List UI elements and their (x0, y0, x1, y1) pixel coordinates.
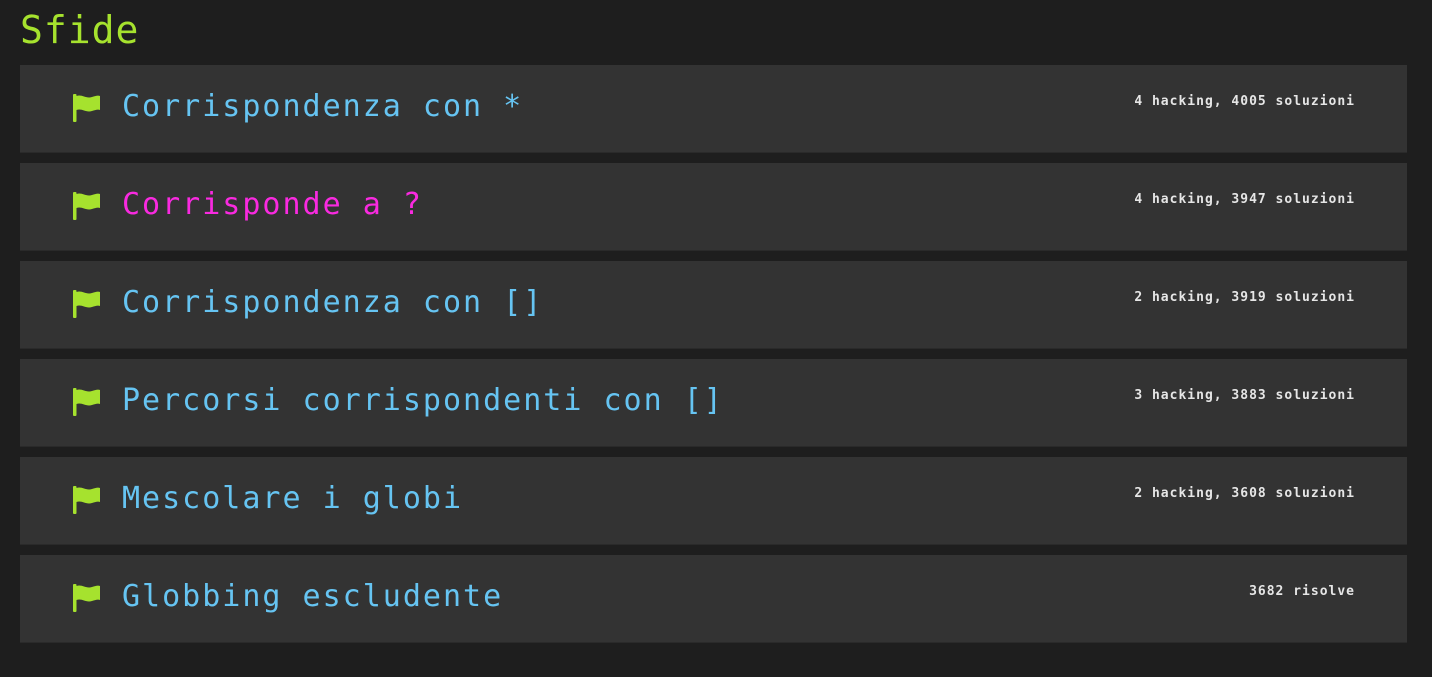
challenge-title-link[interactable]: Corrispondenza con [] (122, 283, 543, 323)
challenge-stats: 3682 risolve (1249, 584, 1355, 599)
challenge-row[interactable]: Corrispondenza con * 4 hacking, 4005 sol… (20, 65, 1407, 153)
challenge-stats: 2 hacking, 3919 soluzioni (1134, 290, 1355, 305)
challenge-title-link[interactable]: Corrisponde a ? (122, 185, 423, 225)
flag-icon (73, 486, 100, 514)
flag-icon (73, 388, 100, 416)
flag-icon (73, 290, 100, 318)
challenge-row[interactable]: Corrisponde a ? 4 hacking, 3947 soluzion… (20, 163, 1407, 251)
challenge-row[interactable]: Percorsi corrispondenti con [] 3 hacking… (20, 359, 1407, 447)
challenge-row[interactable]: Corrispondenza con [] 2 hacking, 3919 so… (20, 261, 1407, 349)
challenge-list: Corrispondenza con * 4 hacking, 4005 sol… (20, 65, 1407, 653)
challenge-title-link[interactable]: Mescolare i globi (122, 479, 463, 519)
challenge-title-link[interactable]: Percorsi corrispondenti con [] (122, 381, 724, 421)
challenge-title-link[interactable]: Globbing escludente (122, 577, 503, 617)
challenge-title-link[interactable]: Corrispondenza con * (122, 87, 523, 127)
page-title: Sfide (20, 8, 140, 52)
challenge-row[interactable]: Mescolare i globi 2 hacking, 3608 soluzi… (20, 457, 1407, 545)
challenge-row[interactable]: Globbing escludente 3682 risolve (20, 555, 1407, 643)
challenge-stats: 3 hacking, 3883 soluzioni (1134, 388, 1355, 403)
flag-icon (73, 584, 100, 612)
flag-icon (73, 94, 100, 122)
challenge-stats: 4 hacking, 4005 soluzioni (1134, 94, 1355, 109)
challenge-stats: 4 hacking, 3947 soluzioni (1134, 192, 1355, 207)
challenge-stats: 2 hacking, 3608 soluzioni (1134, 486, 1355, 501)
flag-icon (73, 192, 100, 220)
